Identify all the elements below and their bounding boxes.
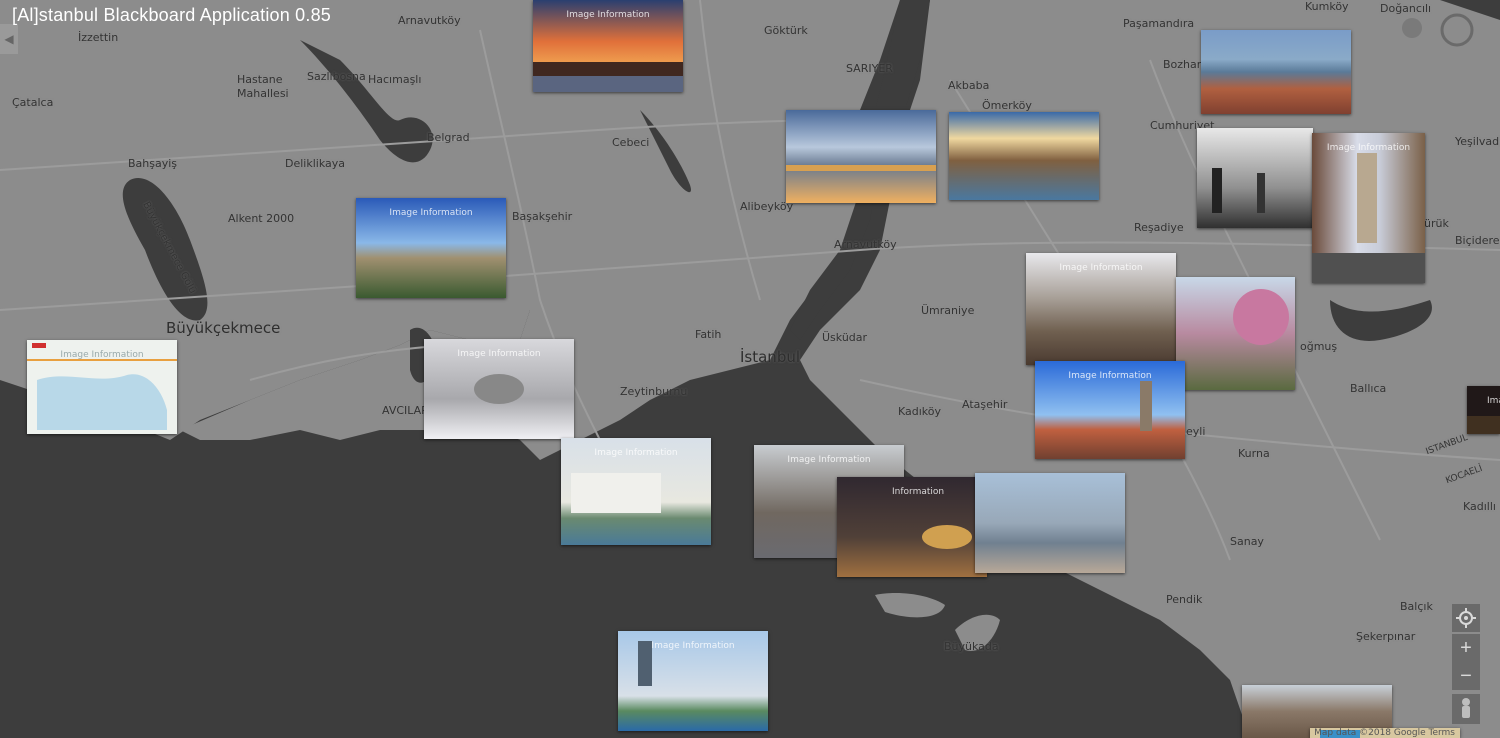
thumb-suleymaniye[interactable]: Image Information <box>1026 253 1176 365</box>
map-label-izzettin: İzzettin <box>78 31 119 44</box>
map-pan-control[interactable] <box>1402 18 1422 38</box>
map-label-buyukada: Büyükada <box>944 640 999 653</box>
thumb-caption: Image Information <box>651 641 735 651</box>
map-label-sanay: Sanay <box>1230 535 1264 548</box>
map-label-alkent: Alkent 2000 <box>228 212 295 225</box>
crosshair-icon <box>1456 608 1476 628</box>
thumb-chain-bridge[interactable] <box>786 110 936 203</box>
thumb-night-mosque[interactable]: Information <box>837 477 987 577</box>
map-label-kadilli: Kadıllı <box>1463 500 1496 513</box>
map-label-sekerpinar: Şekerpınar <box>1356 630 1416 643</box>
thumb-caption: Image Information <box>1059 263 1143 273</box>
map-label-uskudar: Üsküdar <box>822 331 868 344</box>
chevron-left-icon: ◀ <box>4 32 14 46</box>
app-title: [Al]stanbul Blackboard Application 0.85 <box>12 5 332 25</box>
thumb-caption: Image Information <box>389 208 473 218</box>
compass-icon <box>1440 13 1474 47</box>
rotate-control[interactable] <box>1439 12 1475 48</box>
map-label-zeytinburnu: Zeytinburnu <box>620 385 688 398</box>
map-label-sariyer: SARIYER <box>846 62 893 75</box>
thumb-golden-horn-view[interactable] <box>975 473 1125 573</box>
thumb-panorama-city[interactable]: Image Information <box>356 198 506 298</box>
map-label-basaksehir: Başakşehir <box>512 210 573 223</box>
thumb-golden-horn-aerial[interactable] <box>1201 30 1351 114</box>
map-label-catalca: Çatalca <box>12 96 54 109</box>
thumb-galata-bridge-sunset[interactable]: Image Information <box>533 0 683 92</box>
map-label-eyli: eyli <box>1186 425 1206 438</box>
map-attribution[interactable]: Map data ©2018 Google Terms <box>1314 728 1455 738</box>
thumb-caption: Ima <box>1487 396 1500 406</box>
map-label-gokturk: Göktürk <box>764 24 808 37</box>
map-label-kurna: Kurna <box>1238 447 1270 460</box>
map-label-omerkoy: Ömerköy <box>982 99 1032 112</box>
map-label-ballica: Ballıca <box>1350 382 1387 395</box>
thumb-dark-edge[interactable]: Ima <box>1467 386 1500 434</box>
pegman-icon <box>1462 698 1470 718</box>
thumb-caption: Image Information <box>1068 371 1152 381</box>
map-label-fatih: Fatih <box>695 328 722 341</box>
map-label-pasamandira: Paşamandıra <box>1123 17 1195 30</box>
street-view-button[interactable] <box>1452 694 1480 724</box>
map-label-akbaba: Akbaba <box>948 79 990 92</box>
zoom-out-button[interactable]: − <box>1452 662 1480 690</box>
thumb-map[interactable]: Image Information <box>27 340 177 434</box>
map-label-dogancili: Doğancılı <box>1380 2 1432 15</box>
map-label-yesilvadi: Yeşilvadi <box>1455 135 1500 148</box>
map-label-ogmus: oğmuş <box>1300 340 1338 353</box>
thumb-galata-tower[interactable]: Image Information <box>1035 361 1185 459</box>
thumb-blossom-mosque[interactable] <box>1176 277 1295 390</box>
map-label-atasehir: Ataşehir <box>962 398 1008 411</box>
thumb-galata-street[interactable]: Image Information <box>1312 133 1425 283</box>
map-label-hacimasli: Hacımaşlı <box>368 73 422 86</box>
map-label-kumkoy: Kumköy <box>1305 0 1349 13</box>
map-label-deliklikaya: Deliklikaya <box>285 157 346 170</box>
thumb-caption: Information <box>892 487 945 497</box>
map-label-sazlibosna: Sazlıbosna <box>307 70 366 83</box>
map-label-pendik: Pendik <box>1166 593 1203 606</box>
map-label-umraniye: Ümraniye <box>921 304 975 317</box>
thumb-blue-mosque-snow[interactable]: Image Information <box>424 339 574 439</box>
map-label-amavutkoy: Arnavutköy <box>834 238 897 251</box>
thumb-haydarpasa[interactable]: Image Information <box>561 438 711 545</box>
princes-islands <box>875 593 945 618</box>
map-label-hastane: Hastane Mahallesi <box>237 73 289 100</box>
thumb-ortakoy[interactable]: Image Information <box>618 631 768 731</box>
map-label-bahsayis: Bahşayiş <box>128 157 178 170</box>
map-label-kadikoy: Kadıköy <box>898 405 942 418</box>
thumb-istanbul-skyline[interactable] <box>949 112 1099 200</box>
thumb-caption: Image Information <box>594 448 678 458</box>
map-label-avcilar: AVCILAR <box>382 404 429 417</box>
thumb-caption: Image Information <box>566 10 650 20</box>
map-label-cebeci: Cebeci <box>612 136 650 149</box>
map-label-bicidere: Biçidere <box>1455 234 1500 247</box>
my-location-button[interactable] <box>1452 604 1480 632</box>
thumb-caption: Image Information <box>1326 143 1411 153</box>
collapse-side-button[interactable]: ◀ <box>0 24 18 54</box>
map-label-uruk: ürük <box>1424 217 1449 230</box>
map-label-buyukcekmece: Büyükçekmece <box>166 319 281 337</box>
thumb-caption: Image Information <box>457 349 541 359</box>
map-label-resadiye: Reşadiye <box>1134 221 1184 234</box>
map-label-belgrad: Belgrad <box>427 131 470 144</box>
thumb-fishermen-bw[interactable] <box>1197 128 1313 228</box>
map-label-istanbul: İstanbul <box>740 348 801 366</box>
thumb-caption: Image Information <box>787 455 871 465</box>
zoom-in-button[interactable]: + <box>1452 634 1480 662</box>
map-label-balcik: Balçık <box>1400 600 1433 613</box>
map-label-arnavutkoy: Arnavutköy <box>398 14 461 27</box>
thumb-caption: Image Information <box>60 350 144 360</box>
